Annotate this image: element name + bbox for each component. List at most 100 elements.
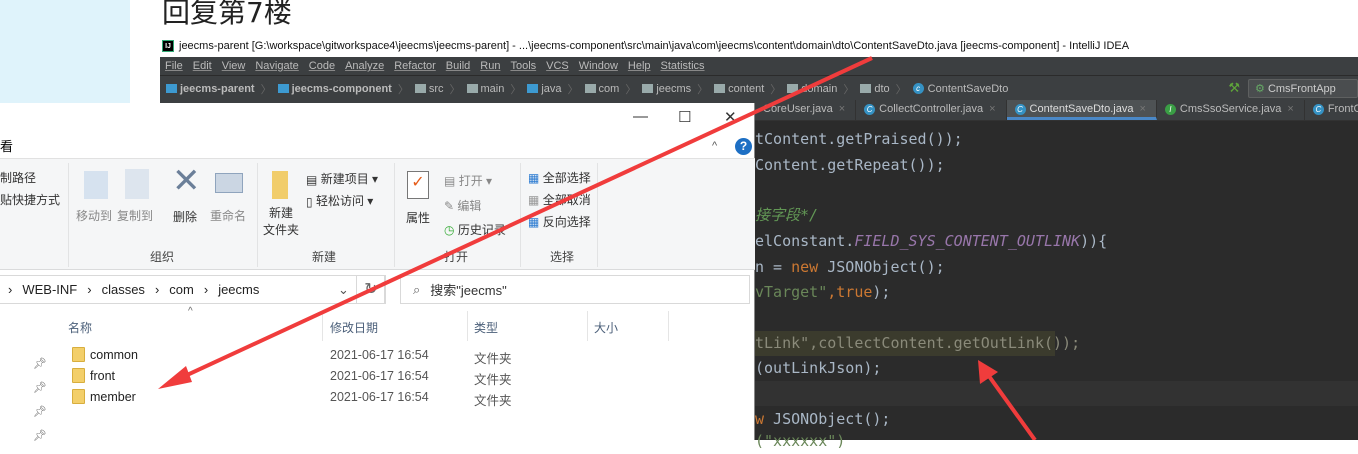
pin-icon[interactable]: 📌︎ bbox=[33, 357, 47, 370]
close-tab-icon[interactable]: × bbox=[1287, 103, 1293, 115]
close-tab-icon[interactable]: × bbox=[839, 103, 845, 115]
package-icon bbox=[860, 84, 872, 94]
code-token: n = bbox=[755, 258, 792, 276]
menu-help[interactable]: Help bbox=[628, 60, 651, 72]
folder-icon bbox=[72, 368, 85, 383]
select-none-button[interactable]: ▦ 全部取消 bbox=[528, 191, 591, 208]
file-row[interactable]: common 2021-06-17 16:54 文件夹 bbox=[50, 345, 750, 366]
ribbon-tab-view[interactable]: 看 bbox=[0, 136, 13, 155]
menu-analyze[interactable]: Analyze bbox=[345, 60, 384, 72]
tab-coreuser[interactable]: CoreUser.java × bbox=[755, 100, 857, 120]
crumb-jeecms-component[interactable]: jeecms-component bbox=[277, 83, 392, 95]
maximize-button[interactable]: ☐ bbox=[678, 108, 691, 126]
menu-build[interactable]: Build bbox=[446, 60, 470, 72]
select-all-button[interactable]: ▦ 全部选择 bbox=[528, 169, 591, 186]
new-folder-button[interactable]: 新建 文件夹 bbox=[263, 205, 299, 239]
tab-contentsavedto[interactable]: C ContentSaveDto.java × bbox=[1006, 100, 1157, 120]
invert-selection-icon: ▦ bbox=[528, 215, 540, 229]
menu-code[interactable]: Code bbox=[309, 60, 335, 72]
tab-cmsssoservice[interactable]: I CmsSsoService.java × bbox=[1157, 100, 1305, 120]
invert-selection-button[interactable]: ▦ 反向选择 bbox=[528, 213, 591, 230]
code-constant: FIELD_SYS_CONTENT_OUTLINK bbox=[854, 232, 1081, 250]
file-explorer-window: — ☐ ✕ 看 ^ ? 制路径 贴快捷方式 移动到 复制到 ✕ 删除 重命名 组… bbox=[0, 103, 755, 442]
column-type[interactable]: 类型 bbox=[474, 319, 498, 336]
search-input[interactable]: ⌕ 搜索"jeecms" bbox=[400, 275, 750, 304]
address-segment[interactable]: jeecms bbox=[218, 282, 259, 297]
build-hammer-icon[interactable]: ⚒ bbox=[1228, 80, 1240, 96]
address-bar[interactable]: › WEB-INF › classes › com › jeecms ⌄ bbox=[0, 275, 385, 304]
menu-bar: File Edit View Navigate Code Analyze Ref… bbox=[160, 57, 1358, 76]
menu-refactor[interactable]: Refactor bbox=[394, 60, 436, 72]
refresh-button[interactable]: ↻ bbox=[356, 275, 386, 304]
crumb-contentsavedto[interactable]: c ContentSaveDto bbox=[912, 83, 1008, 95]
address-segment[interactable]: classes bbox=[102, 282, 145, 297]
file-type: 文件夹 bbox=[474, 352, 512, 366]
menu-tools[interactable]: Tools bbox=[510, 60, 536, 72]
crumb-label: com bbox=[598, 82, 620, 95]
address-segment[interactable]: WEB-INF bbox=[22, 282, 77, 297]
help-icon[interactable]: ? bbox=[735, 138, 752, 155]
menu-window[interactable]: Window bbox=[579, 60, 618, 72]
code-string: vTarget" bbox=[755, 283, 828, 301]
pin-icon[interactable]: 📌︎ bbox=[33, 381, 47, 394]
group-label-select: 选择 bbox=[550, 250, 575, 264]
menu-vcs[interactable]: VCS bbox=[546, 60, 569, 72]
paste-shortcut-button[interactable]: 贴快捷方式 bbox=[0, 191, 60, 208]
crumb-label: src bbox=[428, 82, 444, 95]
crumb-dto[interactable]: dto bbox=[860, 83, 890, 95]
folder-icon bbox=[72, 389, 85, 404]
menu-run[interactable]: Run bbox=[480, 60, 500, 72]
class-icon: C bbox=[864, 103, 876, 115]
minimize-button[interactable]: — bbox=[633, 108, 648, 125]
group-label-organize: 组织 bbox=[150, 250, 175, 264]
rename-button[interactable]: 重命名 bbox=[210, 207, 246, 224]
crumb-jeecms[interactable]: jeecms bbox=[642, 83, 691, 95]
menu-statistics[interactable]: Statistics bbox=[661, 60, 705, 72]
menu-file[interactable]: File bbox=[165, 60, 183, 72]
tab-frontcontext[interactable]: CFrontContextI bbox=[1305, 100, 1358, 120]
properties-button[interactable]: 属性 bbox=[406, 209, 430, 226]
crumb-java[interactable]: java bbox=[527, 83, 562, 95]
code-editor[interactable]: tContent.getPraised()); Content.getRepea… bbox=[755, 121, 1358, 450]
new-item-button[interactable]: ▤ 新建项目 ▾ bbox=[306, 170, 378, 187]
close-button[interactable]: ✕ bbox=[724, 108, 737, 126]
column-header: 名称 修改日期 类型 大小 bbox=[50, 311, 755, 341]
run-configuration-select[interactable]: ⚙ CmsFrontApp bbox=[1248, 79, 1358, 98]
copy-path-button[interactable]: 制路径 bbox=[0, 169, 36, 186]
crumb-content[interactable]: content bbox=[714, 83, 764, 95]
file-row[interactable]: member 2021-06-17 16:54 文件夹 bbox=[50, 387, 750, 408]
close-tab-icon[interactable]: × bbox=[989, 103, 995, 115]
copy-to-button[interactable]: 复制到 bbox=[117, 207, 153, 224]
close-tab-icon[interactable]: × bbox=[1139, 103, 1145, 115]
crumb-jeecms-parent[interactable]: jeecms-parent bbox=[166, 83, 255, 95]
edit-button[interactable]: ✎ 编辑 bbox=[444, 197, 481, 214]
pin-icon[interactable]: 📌︎ bbox=[33, 405, 47, 418]
address-segment[interactable]: com bbox=[169, 282, 194, 297]
collapse-ribbon-icon[interactable]: ^ bbox=[712, 140, 717, 152]
editor-tabs: CoreUser.java × C CollectController.java × … bbox=[755, 100, 1358, 121]
ide-title-bar: IJ jeecms-parent [G:\workspace\gitworksp… bbox=[162, 40, 1129, 52]
crumb-com[interactable]: com bbox=[584, 82, 620, 95]
file-name: member bbox=[90, 390, 136, 404]
crumb-main[interactable]: main bbox=[466, 83, 504, 95]
crumb-src[interactable]: src bbox=[414, 82, 444, 95]
menu-navigate[interactable]: Navigate bbox=[255, 60, 298, 72]
crumb-domain[interactable]: domain bbox=[787, 83, 837, 95]
delete-button[interactable]: 删除 bbox=[173, 208, 197, 225]
column-date-modified[interactable]: 修改日期 bbox=[330, 319, 378, 336]
column-size[interactable]: 大小 bbox=[594, 319, 618, 336]
tab-collectcontroller[interactable]: C CollectController.java × bbox=[856, 100, 1007, 120]
pin-icon[interactable]: 📌︎ bbox=[33, 429, 47, 442]
menu-view[interactable]: View bbox=[222, 60, 246, 72]
file-row[interactable]: front 2021-06-17 16:54 文件夹 bbox=[50, 366, 750, 387]
history-button[interactable]: ◷ 历史记录 bbox=[444, 221, 506, 238]
chevron-down-icon[interactable]: ⌄ bbox=[338, 282, 349, 298]
column-name[interactable]: 名称 bbox=[68, 319, 92, 336]
easy-access-button[interactable]: ▯ 轻松访问 ▾ bbox=[306, 192, 373, 209]
menu-edit[interactable]: Edit bbox=[193, 60, 212, 72]
search-placeholder: 搜索"jeecms" bbox=[430, 283, 507, 298]
open-button[interactable]: ▤ 打开 ▾ bbox=[444, 172, 492, 189]
file-date: 2021-06-17 16:54 bbox=[330, 369, 429, 383]
move-to-button[interactable]: 移动到 bbox=[76, 207, 112, 224]
chevron-right-icon: › bbox=[154, 282, 160, 297]
